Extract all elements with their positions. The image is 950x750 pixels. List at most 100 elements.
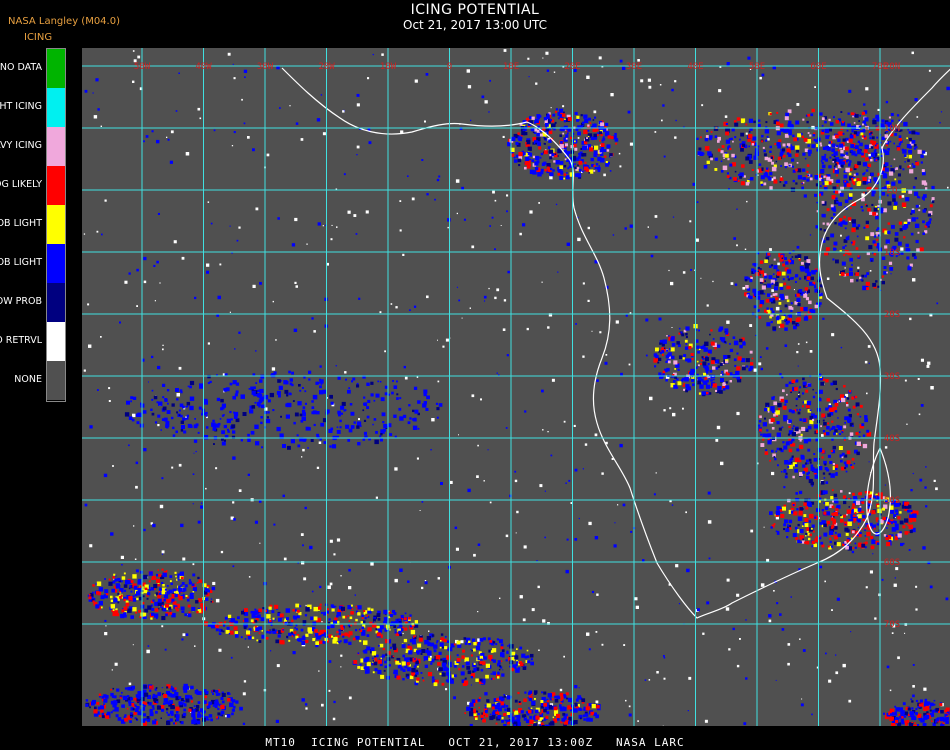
retrieval-pixel [333, 553, 336, 556]
icing-pixel [403, 638, 408, 643]
icing-pixel [431, 634, 435, 637]
icing-pixel [532, 155, 536, 159]
icing-pixel [100, 595, 105, 600]
icing-pixel [851, 530, 855, 534]
icing-pixel [889, 140, 892, 143]
icing-pixel [803, 306, 808, 312]
icing-pixel [426, 636, 431, 641]
icing-pixel [654, 365, 657, 368]
icing-pixel [257, 614, 261, 619]
retrieval-pixel [319, 585, 322, 589]
retrieval-pixel [192, 473, 195, 475]
icing-pixel [653, 353, 658, 357]
icing-pixel [305, 607, 310, 612]
icing-pixel [895, 535, 898, 538]
icing-pixel [426, 395, 430, 400]
icing-pixel [832, 258, 835, 261]
retrieval-pixel [227, 52, 231, 56]
icing-pixel [863, 135, 866, 138]
icing-pixel [398, 618, 401, 622]
retrieval-pixel [429, 655, 432, 658]
icing-pixel [803, 502, 808, 506]
icing-pixel [480, 658, 483, 661]
icing-pixel [108, 578, 111, 581]
icing-pixel [186, 414, 189, 417]
icing-pixel [267, 399, 271, 403]
icing-pixel [366, 634, 370, 637]
icing-pixel [370, 608, 374, 612]
icing-pixel [209, 624, 213, 627]
retrieval-pixel [562, 105, 565, 108]
icing-pixel [884, 167, 889, 172]
retrieval-pixel [321, 621, 323, 623]
retrieval-pixel [93, 115, 98, 119]
retrieval-pixel [669, 348, 671, 350]
icing-pixel [717, 365, 721, 368]
icing-pixel [549, 119, 552, 122]
icing-pixel [104, 578, 106, 580]
icing-pixel [310, 439, 314, 442]
icing-pixel [496, 638, 499, 641]
icing-pixel [337, 376, 341, 380]
retrieval-pixel [356, 154, 358, 156]
retrieval-pixel [668, 269, 670, 272]
icing-pixel [349, 616, 353, 620]
icing-pixel [199, 383, 204, 388]
retrieval-pixel [663, 656, 666, 659]
icing-pixel [374, 655, 376, 658]
icing-pixel [291, 371, 294, 375]
icing-pixel [799, 408, 801, 411]
icing-pixel [555, 110, 558, 113]
icing-pixel [714, 168, 718, 171]
icing-pixel [773, 523, 776, 526]
icing-pixel [851, 219, 856, 224]
icing-pixel [898, 180, 902, 184]
icing-pixel [554, 121, 557, 124]
icing-pixel [769, 459, 771, 462]
retrieval-pixel [157, 212, 160, 215]
icing-pixel [223, 414, 225, 416]
retrieval-pixel [145, 135, 149, 138]
icing-pixel [164, 398, 167, 401]
icing-pixel [534, 161, 539, 166]
icing-pixel [827, 413, 831, 417]
icing-map[interactable]: 50W 40W 30W 20W 10W 0 10E 20E 30E 40E 50E 60E 70E 20N… [82, 48, 950, 726]
retrieval-pixel [726, 578, 730, 582]
icing-pixel [902, 525, 906, 529]
icing-pixel [120, 594, 123, 597]
icing-pixel [684, 339, 688, 343]
retrieval-pixel [192, 503, 194, 505]
icing-pixel [830, 517, 835, 521]
map-canvas[interactable]: 50W 40W 30W 20W 10W 0 10E 20E 30E 40E 50E 60E 70E20N… [82, 48, 950, 726]
retrieval-pixel [670, 281, 674, 286]
icing-pixel [112, 609, 115, 611]
retrieval-pixel [238, 226, 241, 229]
retrieval-pixel [661, 119, 663, 122]
icing-pixel [846, 460, 851, 465]
icing-pixel [674, 368, 676, 370]
icing-pixel [882, 516, 886, 521]
icing-pixel [377, 659, 382, 664]
icing-pixel [842, 543, 845, 546]
icing-pixel [800, 267, 805, 272]
icing-pixel [856, 441, 861, 446]
icing-pixel [560, 141, 563, 144]
retrieval-pixel [796, 103, 800, 106]
retrieval-pixel [526, 327, 529, 331]
retrieval-pixel [865, 586, 868, 589]
icing-pixel [136, 421, 140, 425]
icing-pixel [831, 512, 835, 516]
retrieval-pixel [566, 242, 570, 246]
retrieval-pixel [394, 578, 398, 583]
icing-pixel [770, 307, 773, 311]
icing-pixel [163, 598, 166, 602]
icing-pixel [843, 425, 847, 429]
icing-pixel [729, 147, 732, 151]
icing-pixel [865, 281, 870, 286]
retrieval-pixel [232, 565, 235, 568]
icing-pixel [749, 295, 753, 300]
icing-pixel [150, 408, 153, 411]
icing-pixel [294, 412, 299, 417]
icing-pixel [778, 408, 781, 410]
retrieval-pixel [800, 703, 804, 707]
